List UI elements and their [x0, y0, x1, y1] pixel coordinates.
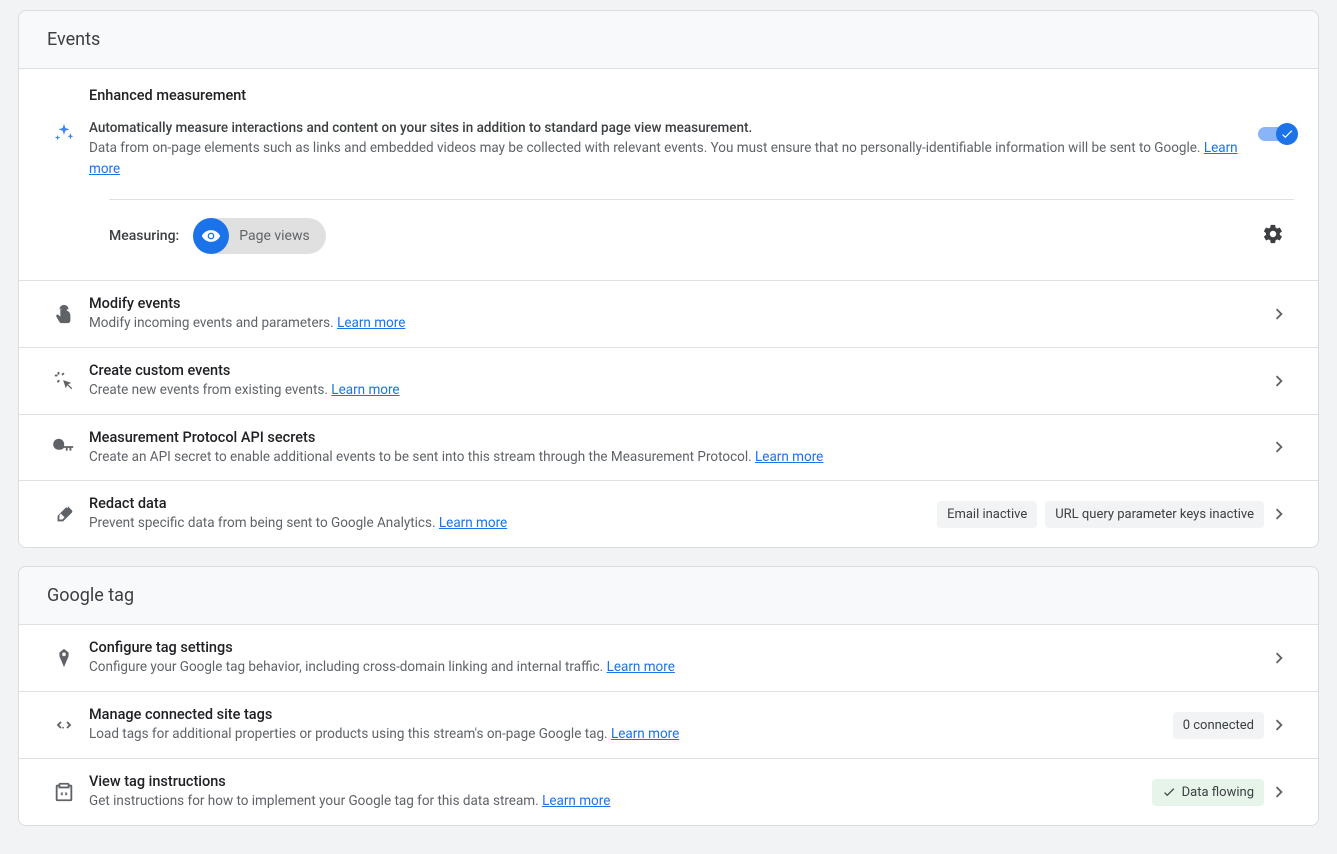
- enhanced-measurement-section: Enhanced measurement Automatically measu…: [19, 69, 1318, 280]
- measuring-row: Measuring: Page views: [39, 200, 1294, 280]
- learn-more-link[interactable]: Learn more: [337, 315, 405, 331]
- measuring-label: Measuring:: [109, 228, 179, 244]
- google-tag-card: Google tag Configure tag settings Config…: [18, 566, 1319, 826]
- google-tag-header: Google tag: [19, 567, 1318, 625]
- manage-connected-tags-row[interactable]: Manage connected site tags Load tags for…: [19, 691, 1318, 758]
- learn-more-link[interactable]: Learn more: [607, 659, 675, 675]
- cursor-click-icon: [39, 370, 89, 392]
- events-card: Events Enhanced measurement Automaticall…: [18, 10, 1319, 548]
- toggle-knob: [1276, 123, 1298, 145]
- chevron-right-icon: [1264, 781, 1294, 803]
- tag-icon: [39, 647, 89, 669]
- key-icon: [39, 436, 89, 458]
- gear-icon: [1262, 223, 1284, 245]
- row-title: View tag instructions: [89, 773, 1140, 790]
- row-desc: Modify incoming events and parameters. L…: [89, 314, 1264, 333]
- chevron-right-icon: [1264, 436, 1294, 458]
- chevron-right-icon: [1264, 370, 1294, 392]
- enhanced-measurement-title: Enhanced measurement: [89, 87, 1238, 104]
- check-icon: [1280, 127, 1294, 141]
- events-header: Events: [19, 11, 1318, 69]
- row-desc: Load tags for additional properties or p…: [89, 725, 1161, 744]
- status-badges: Data flowing: [1152, 779, 1264, 806]
- settings-button[interactable]: [1262, 223, 1284, 249]
- chevron-right-icon: [1264, 647, 1294, 669]
- code-icon: [39, 714, 89, 736]
- learn-more-link[interactable]: Learn more: [331, 382, 399, 398]
- sparkle-icon: [39, 87, 89, 179]
- chevron-right-icon: [1264, 303, 1294, 325]
- learn-more-link[interactable]: Learn more: [439, 515, 507, 531]
- view-tag-instructions-row[interactable]: View tag instructions Get instructions f…: [19, 758, 1318, 825]
- check-icon: [1162, 785, 1176, 799]
- enhanced-measurement-desc: Data from on-page elements such as links…: [89, 138, 1238, 179]
- learn-more-link[interactable]: Learn more: [755, 449, 823, 465]
- row-title: Redact data: [89, 495, 925, 512]
- row-desc: Create an API secret to enable additiona…: [89, 448, 1264, 467]
- data-flowing-badge: Data flowing: [1152, 779, 1264, 806]
- status-badges: 0 connected: [1173, 712, 1264, 739]
- eye-icon: [193, 218, 229, 254]
- configure-tag-settings-row[interactable]: Configure tag settings Configure your Go…: [19, 625, 1318, 691]
- learn-more-link[interactable]: Learn more: [611, 726, 679, 742]
- touch-icon: [39, 303, 89, 325]
- page-views-chip: Page views: [193, 218, 326, 254]
- row-title: Modify events: [89, 295, 1264, 312]
- modify-events-row[interactable]: Modify events Modify incoming events and…: [19, 280, 1318, 347]
- chip-label: Page views: [239, 228, 310, 244]
- enhanced-measurement-intro: Automatically measure interactions and c…: [89, 118, 1238, 138]
- row-desc: Get instructions for how to implement yo…: [89, 792, 1140, 811]
- create-custom-events-row[interactable]: Create custom events Create new events f…: [19, 347, 1318, 414]
- enhanced-measurement-toggle[interactable]: [1258, 127, 1294, 141]
- redact-data-row[interactable]: Redact data Prevent specific data from b…: [19, 480, 1318, 547]
- row-title: Create custom events: [89, 362, 1264, 379]
- measurement-protocol-row[interactable]: Measurement Protocol API secrets Create …: [19, 414, 1318, 481]
- connected-count-badge: 0 connected: [1173, 712, 1264, 739]
- chevron-right-icon: [1264, 714, 1294, 736]
- chevron-right-icon: [1264, 503, 1294, 525]
- row-title: Manage connected site tags: [89, 706, 1161, 723]
- row-desc: Create new events from existing events. …: [89, 381, 1264, 400]
- row-title: Configure tag settings: [89, 639, 1264, 656]
- clipboard-icon: [39, 781, 89, 803]
- row-desc: Configure your Google tag behavior, incl…: [89, 658, 1264, 677]
- row-desc: Prevent specific data from being sent to…: [89, 514, 925, 533]
- email-inactive-badge: Email inactive: [937, 501, 1037, 528]
- learn-more-link[interactable]: Learn more: [542, 793, 610, 809]
- eraser-icon: [39, 503, 89, 525]
- status-badges: Email inactive URL query parameter keys …: [937, 501, 1264, 528]
- row-title: Measurement Protocol API secrets: [89, 429, 1264, 446]
- url-inactive-badge: URL query parameter keys inactive: [1045, 501, 1264, 528]
